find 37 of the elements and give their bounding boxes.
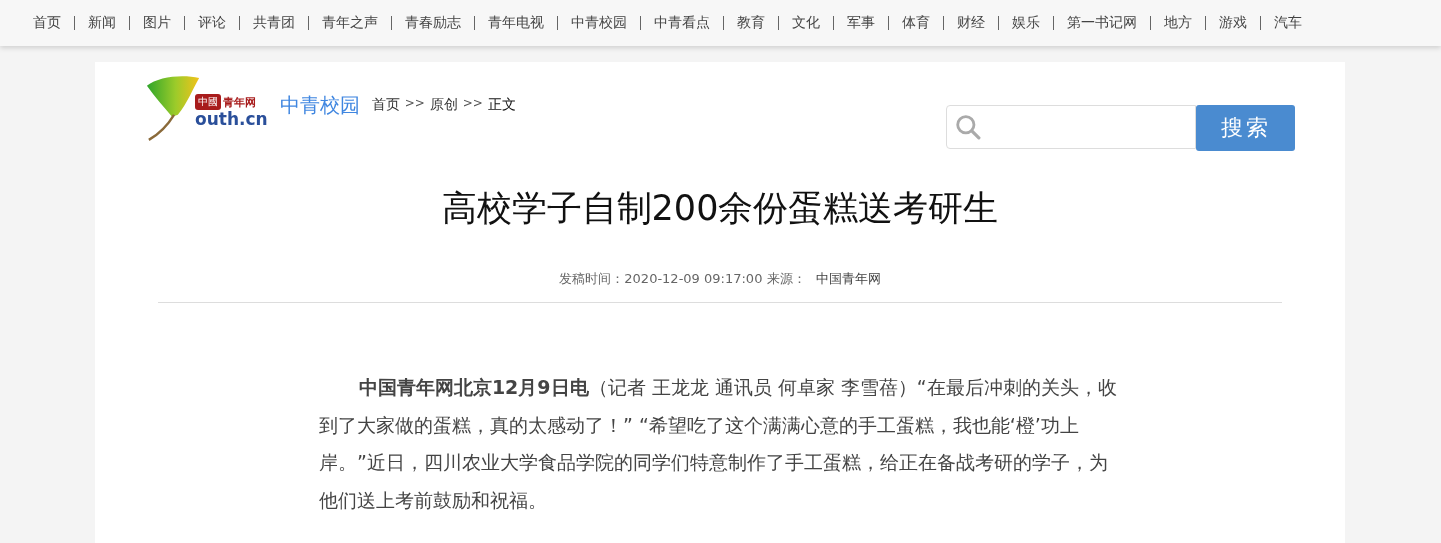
nav-link[interactable]: 共青团 [240, 14, 308, 32]
nav-link[interactable]: 第一书记网 [1054, 14, 1150, 32]
site-logo[interactable]: 中國 青年网 outh.cn [145, 74, 268, 142]
nav-link[interactable]: 首页 [20, 14, 74, 32]
nav-link[interactable]: 中青校园 [558, 14, 640, 32]
article-title: 高校学子自制200余份蛋糕送考研生 [440, 187, 1000, 230]
breadcrumb-link[interactable]: 正文 [487, 96, 516, 114]
nav-link[interactable]: 中青看点 [641, 14, 723, 32]
logo-domain: outh.cn [195, 110, 268, 128]
publish-info: 发稿时间：2020-12-09 09:17:00 来源： [559, 271, 806, 286]
logo-name: 青年网 [223, 94, 256, 110]
nav-link[interactable]: 文化 [779, 14, 833, 32]
breadcrumb-separator: >> [404, 96, 425, 112]
breadcrumb-separator: >> [462, 96, 483, 112]
nav-link[interactable]: 体育 [889, 14, 943, 32]
nav-link[interactable]: 地方 [1151, 14, 1205, 32]
search-field[interactable] [946, 105, 1196, 149]
channel-link[interactable]: 中青校园 [279, 92, 360, 119]
nav-link[interactable]: 青春励志 [392, 14, 474, 32]
source-link[interactable]: 中国青年网 [815, 271, 881, 286]
nav-link[interactable]: 图片 [130, 14, 184, 32]
nav-link[interactable]: 娱乐 [999, 14, 1053, 32]
breadcrumb-link[interactable]: 原创 [429, 96, 458, 114]
nav-link[interactable]: 新闻 [75, 14, 129, 32]
article-paragraph: 中国青年网北京12月9日电（记者 王龙龙 通讯员 何卓家 李雪蓓）“在最后冲刺的关头，收到了大家做的蛋糕，真的太感动了！” “希望吃了这个满满心意的手工蛋糕，我也能‘橙’功上岸。”近日，四川农业大学食品学院的同学们特意制作了手工蛋糕，给正在备战考研的学子，为他们送上考前鼓励和祝福。 [319, 375, 1118, 513]
breadcrumb-link[interactable]: 首页 [371, 96, 400, 114]
nav-link[interactable]: 财经 [944, 14, 998, 32]
nav-link[interactable]: 教育 [724, 14, 778, 32]
nav-link[interactable]: 评论 [185, 14, 239, 32]
nav-link[interactable]: 青年之声 [309, 14, 391, 32]
nav-link[interactable]: 青年电视 [475, 14, 557, 32]
nav-link[interactable]: 军事 [834, 14, 888, 32]
nav-link[interactable]: 游戏 [1206, 14, 1260, 32]
logo-badge: 中國 [195, 94, 221, 110]
search-icon [955, 114, 981, 140]
search-button[interactable]: 搜索 [1196, 105, 1295, 151]
nav-link[interactable]: 汽车 [1261, 14, 1315, 32]
